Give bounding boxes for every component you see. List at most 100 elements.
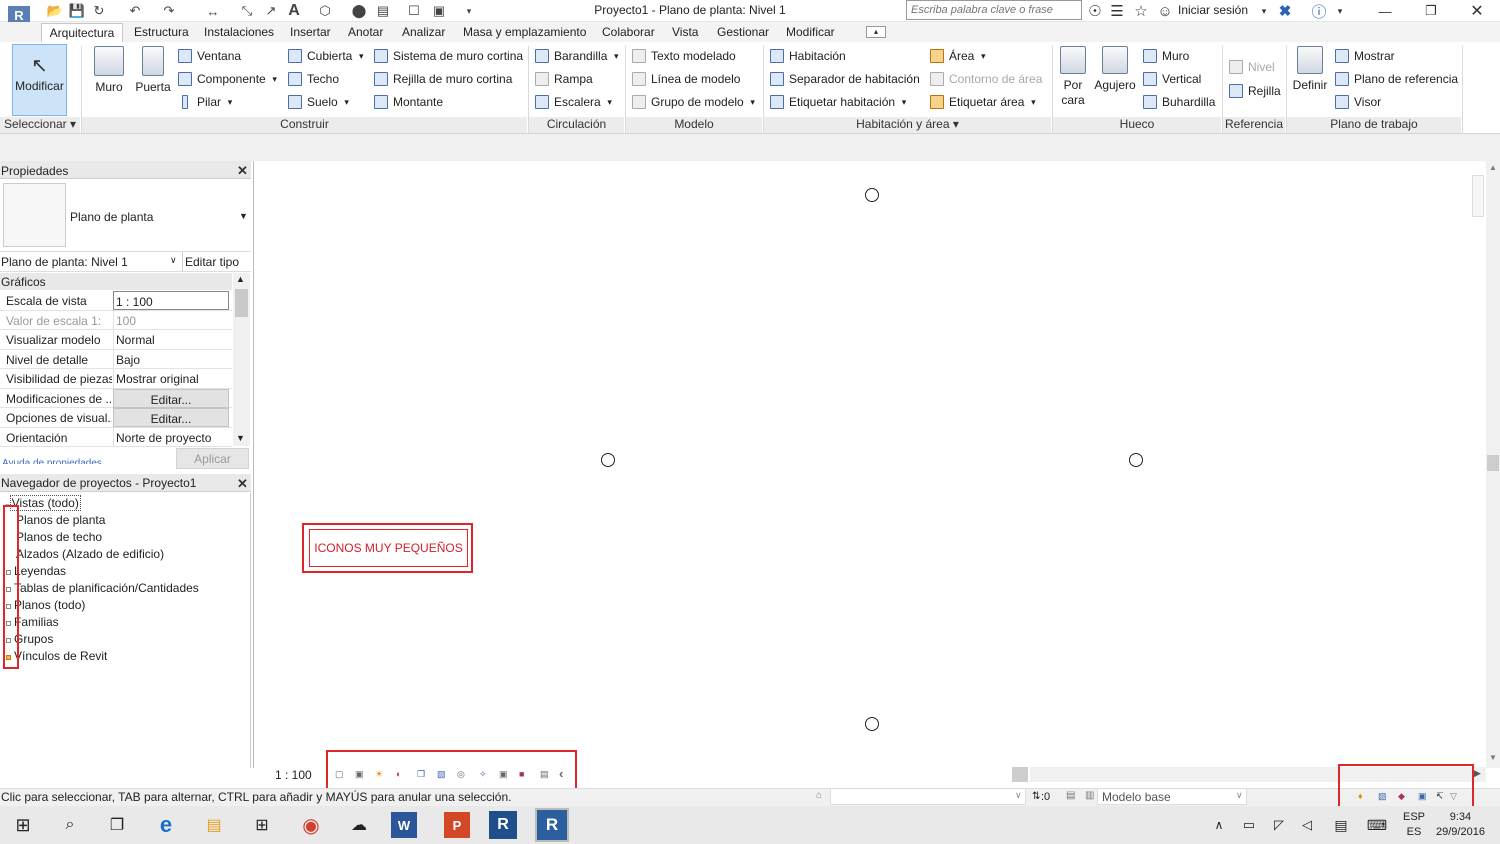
tree-item-planos-techo[interactable]: Planos de techo (16, 530, 102, 544)
componente-button[interactable]: Componente ▾ (178, 70, 277, 88)
modificar-button[interactable]: ↖ Modificar (12, 44, 67, 116)
hueco-vertical-button[interactable]: Vertical (1143, 70, 1201, 88)
buhardilla-button[interactable]: Buhardilla (1143, 93, 1215, 111)
undo-icon[interactable]: ↶ (126, 2, 144, 20)
canvas-vertical-scrollbar[interactable]: ▲ ▼ (1486, 161, 1500, 768)
powerpoint-icon[interactable]: P (444, 812, 470, 838)
muro-button[interactable]: Muro (92, 46, 126, 94)
editable-only-icon[interactable]: ⇅ (1032, 791, 1040, 802)
tab-gestionar[interactable]: Gestionar (717, 25, 769, 39)
panel-seleccionar[interactable]: Seleccionar ▾ (0, 117, 80, 133)
input-language[interactable]: ESP ES (1403, 810, 1425, 840)
tab-modificar[interactable]: Modificar (786, 25, 835, 39)
habitacion-button[interactable]: Habitación (770, 47, 846, 65)
file-explorer-icon[interactable]: ▤ (197, 808, 231, 842)
grupo-modelo-button[interactable]: Grupo de modelo ▾ (632, 93, 755, 111)
rejilla-button[interactable]: Rejilla (1229, 82, 1281, 100)
scroll-thumb[interactable] (1012, 767, 1028, 782)
plano-referencia-button[interactable]: Plano de referencia (1335, 70, 1458, 88)
windows-start-icon[interactable]: ⊞ (6, 808, 40, 842)
revit-active-icon[interactable]: R (535, 808, 569, 842)
properties-scrollbar[interactable]: ▲ ▼ (233, 273, 250, 446)
etiquetar-area-button[interactable]: Etiquetar área ▾ (930, 93, 1036, 111)
tag-icon[interactable]: ↗ (262, 2, 280, 20)
design-option-selector[interactable]: Modelo base (1097, 788, 1247, 805)
workset-selector[interactable] (830, 788, 1026, 805)
elevation-marker-north[interactable] (865, 188, 879, 202)
edge-icon[interactable]: e (149, 808, 183, 842)
por-cara-button[interactable]: Por cara (1058, 46, 1088, 108)
communication-icon[interactable]: ☰ (1108, 1, 1126, 21)
etiquetar-habitacion-button[interactable]: Etiquetar habitación ▾ (770, 93, 906, 111)
text-icon[interactable]: A (285, 2, 303, 20)
scroll-up-icon[interactable]: ▲ (1489, 163, 1497, 172)
help-icon[interactable]: ⓘ (1310, 1, 1328, 21)
sistema-muro-cortina-button[interactable]: Sistema de muro cortina (374, 47, 523, 65)
task-view-icon[interactable]: ❐ (100, 808, 134, 842)
tree-item-planos-planta[interactable]: Planos de planta (16, 513, 105, 527)
scroll-down-icon[interactable]: ▼ (1489, 753, 1497, 762)
ribbon-minimize-icon[interactable]: ▴ (866, 26, 886, 38)
panel-habitacion-area[interactable]: Habitación y área ▾ (764, 117, 1051, 133)
signin-button[interactable]: Iniciar sesión (1178, 3, 1248, 17)
section-icon[interactable]: ⬤ (350, 2, 368, 20)
linea-modelo-button[interactable]: Línea de modelo (632, 70, 740, 88)
help-dropdown-icon[interactable]: ▾ (1334, 1, 1346, 21)
properties-close-icon[interactable]: ✕ (237, 163, 248, 179)
favorites-star-icon[interactable]: ☆ (1132, 1, 1150, 21)
open-icon[interactable]: 📂 (46, 2, 64, 20)
tab-anotar[interactable]: Anotar (348, 25, 383, 39)
view-scale[interactable]: 1 : 100 (275, 768, 312, 782)
navigation-bar[interactable] (1472, 175, 1484, 217)
escalera-button[interactable]: Escalera ▾ (535, 93, 612, 111)
instance-dropdown-icon[interactable]: ∨ (170, 255, 177, 266)
montante-button[interactable]: Montante (374, 93, 443, 111)
thin-lines-icon[interactable]: ▤ (374, 2, 392, 20)
minimize-icon[interactable]: — (1362, 0, 1408, 22)
notifications-icon[interactable]: ▤ (1324, 808, 1358, 842)
dimension-icon[interactable]: ⤡ (238, 2, 256, 20)
design-option-dropdown-icon[interactable]: ∨ (1236, 790, 1243, 801)
ventana-button[interactable]: Ventana (178, 47, 241, 65)
tab-vista[interactable]: Vista (672, 25, 698, 39)
binoculars-icon[interactable]: ☉ (1086, 1, 1104, 21)
tab-insertar[interactable]: Insertar (290, 25, 331, 39)
visor-button[interactable]: Visor (1335, 93, 1381, 111)
hueco-muro-button[interactable]: Muro (1143, 47, 1189, 65)
close-icon[interactable]: ✕ (1454, 0, 1500, 22)
search-input[interactable] (906, 0, 1082, 20)
main-model-icon[interactable]: ▥ (1085, 790, 1094, 801)
browser-close-icon[interactable]: ✕ (237, 476, 248, 492)
properties-help-link[interactable]: Ayuda de propiedades (2, 458, 102, 464)
elevation-marker-east[interactable] (1129, 453, 1143, 467)
scroll-thumb[interactable] (235, 289, 248, 317)
edit-display-options-button[interactable]: Editar... (113, 408, 229, 427)
workset-dropdown-icon[interactable]: ∨ (1015, 790, 1022, 801)
agujero-button[interactable]: Agujero (1092, 46, 1138, 92)
chrome-icon[interactable]: ◉ (294, 808, 328, 842)
tab-estructura[interactable]: Estructura (134, 25, 189, 39)
exchange-apps-icon[interactable]: ✖ (1276, 1, 1294, 21)
revit-icon[interactable]: R (489, 811, 517, 839)
apply-button[interactable]: Aplicar (176, 448, 249, 469)
sync-icon[interactable]: ↻ (90, 2, 108, 20)
search-icon[interactable]: ⌕ (53, 808, 87, 842)
redo-icon[interactable]: ↷ (160, 2, 178, 20)
instance-filter[interactable]: Plano de planta: Nivel 1 ∨ Editar tipo (0, 252, 251, 272)
edit-type-button[interactable]: Editar tipo (182, 252, 251, 271)
elevation-marker-south[interactable] (865, 717, 879, 731)
barandilla-button[interactable]: Barandilla ▾ (535, 47, 619, 65)
scroll-down-icon[interactable]: ▼ (236, 433, 245, 443)
puerta-button[interactable]: Puerta (134, 46, 172, 94)
clock[interactable]: 9:34 29/9/2016 (1436, 810, 1485, 840)
definir-button[interactable]: Definir (1290, 46, 1330, 92)
drawing-canvas[interactable] (253, 161, 1485, 768)
edit-overrides-button[interactable]: Editar... (113, 388, 229, 408)
battery-icon[interactable]: ▭ (1232, 808, 1266, 842)
techo-button[interactable]: Techo (288, 70, 339, 88)
tree-item-tablas[interactable]: Tablas de planificación/Cantidades (6, 581, 199, 595)
cubierta-button[interactable]: Cubierta ▾ (288, 47, 364, 65)
area-button[interactable]: Área ▾ (930, 47, 986, 65)
scroll-thumb[interactable] (1487, 455, 1499, 471)
word-icon[interactable]: W (391, 812, 417, 838)
